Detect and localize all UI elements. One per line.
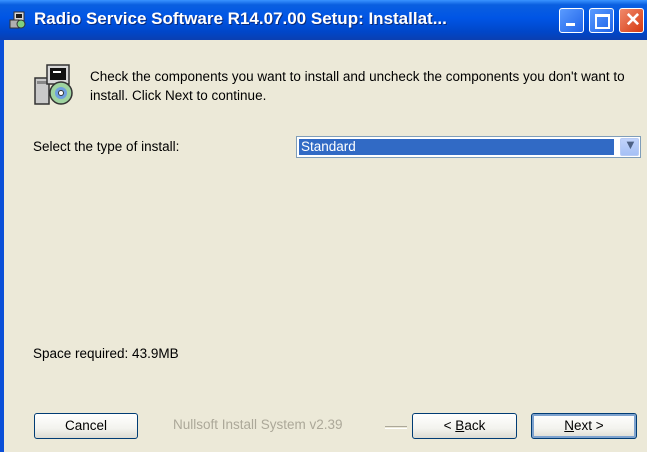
next-button-rest: ext > [574, 418, 604, 433]
installer-box-icon [9, 11, 26, 29]
maximize-button[interactable] [589, 8, 614, 33]
back-button-prefix: < [443, 418, 456, 433]
cancel-button[interactable]: Cancel [34, 413, 138, 439]
dropdown-button[interactable]: ▼ [620, 137, 639, 156]
minimize-button[interactable] [559, 8, 584, 33]
chevron-down-icon: ▼ [624, 137, 637, 152]
install-type-selected[interactable]: Standard [299, 139, 614, 155]
etched-divider [385, 426, 407, 429]
installer-cd-icon [34, 64, 73, 105]
back-button-rest: ack [464, 418, 486, 433]
instructions-text: Check the components you want to install… [90, 69, 625, 103]
title-bar[interactable]: Radio Service Software R14.07.00 Setup: … [0, 0, 647, 40]
back-button-mnemonic: B [455, 418, 465, 433]
back-button[interactable]: < Back [412, 413, 517, 439]
window-frame-left [0, 40, 4, 452]
nsis-branding: Nullsoft Install System v2.39 [173, 417, 343, 432]
window-title: Radio Service Software R14.07.00 Setup: … [34, 9, 447, 28]
close-button[interactable]: ✕ [619, 8, 644, 33]
install-type-label: Select the type of install: [33, 139, 180, 154]
next-button-mnemonic: N [564, 418, 575, 433]
close-icon: ✕ [625, 10, 641, 31]
next-button[interactable]: Next > [531, 413, 637, 439]
install-type-dropdown[interactable]: Standard ▼ [296, 136, 641, 158]
space-required-text: Space required: 43.9MB [33, 346, 179, 361]
